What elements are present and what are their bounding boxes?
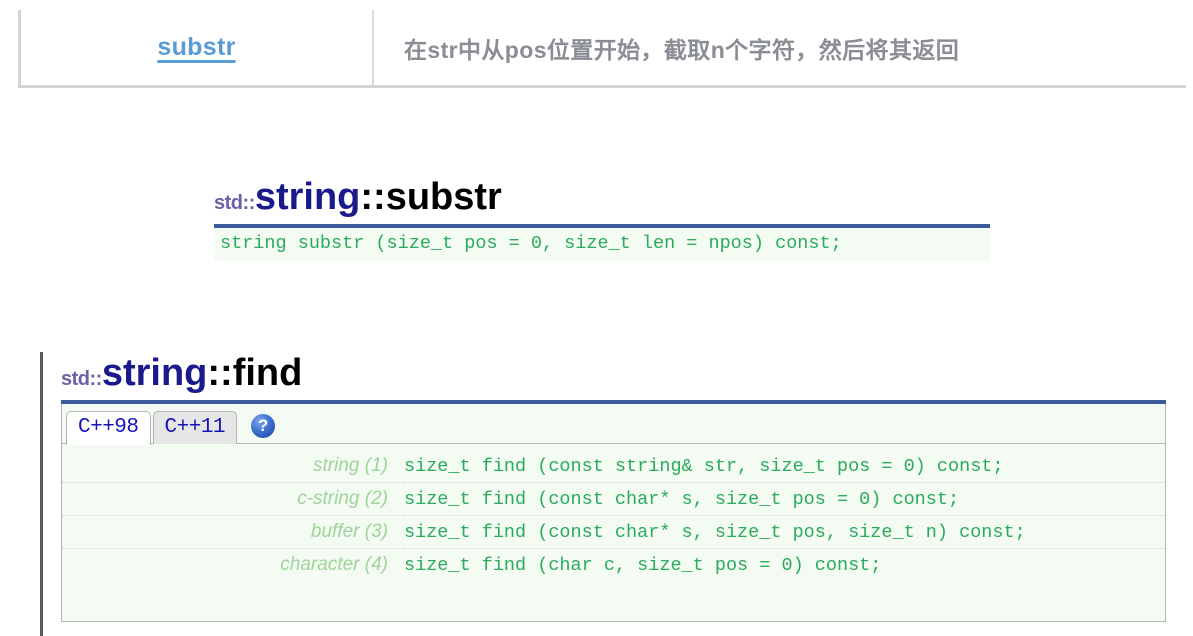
scope-separator: ::: [360, 176, 386, 218]
class-name: string: [254, 176, 361, 218]
overload-signature: size_t find (const char* s, size_t pos =…: [404, 482, 1165, 516]
function-name: find: [232, 352, 303, 394]
scope-separator: ::: [207, 352, 233, 394]
reference-table: substr 在str中从pos位置开始，截取n个字符，然后将其返回: [18, 10, 1186, 88]
function-name: substr: [385, 176, 502, 218]
substr-signature: string substr (size_t pos = 0, size_t le…: [220, 233, 842, 254]
substr-description: 在str中从pos位置开始，截取n个字符，然后将其返回: [404, 36, 960, 63]
table-row: c-string (2) size_t find (const char* s,…: [62, 482, 1165, 516]
tab-strip: C++98 C++11 ?: [62, 404, 1165, 445]
find-signature-table: string (1) size_t find (const string& st…: [62, 450, 1165, 581]
overload-signature: size_t find (const string& str, size_t p…: [404, 450, 1165, 483]
overload-label: c-string (2): [62, 482, 404, 516]
find-tab-panel: C++98 C++11 ? string (1) size_t find (co…: [61, 404, 1166, 622]
substr-page-title: std::string::substr: [214, 178, 990, 222]
overload-signature: size_t find (char c, size_t pos = 0) con…: [404, 555, 882, 576]
overload-label: character (4): [280, 554, 388, 575]
overload-label: buffer (3): [62, 515, 404, 549]
namespace-prefix: std::: [61, 368, 102, 390]
tab-cpp11[interactable]: C++11: [152, 411, 238, 444]
overload-signature: size_t find (const char* s, size_t pos, …: [404, 515, 1165, 549]
substr-signature-block: string substr (size_t pos = 0, size_t le…: [214, 228, 990, 261]
class-name: string: [101, 352, 208, 394]
help-icon[interactable]: ?: [251, 414, 276, 438]
substr-link[interactable]: substr: [157, 33, 235, 62]
namespace-prefix: std::: [214, 192, 255, 214]
find-page-title: std::string::find: [61, 352, 1193, 398]
table-row: string (1) size_t find (const string& st…: [62, 450, 1165, 483]
table-row-description-cell: 在str中从pos位置开始，截取n个字符，然后将其返回: [374, 10, 1186, 85]
overload-label: string (1): [62, 450, 404, 483]
table-row-name-cell: substr: [21, 10, 374, 85]
table-row: character (4) size_t find (char c, size_…: [62, 549, 1165, 582]
tab-cpp98[interactable]: C++98: [66, 411, 151, 445]
find-section: std::string::find C++98 C++11 ? string (…: [40, 352, 1193, 636]
substr-section: std::string::substr string substr (size_…: [214, 178, 990, 261]
table-row: buffer (3) size_t find (const char* s, s…: [62, 515, 1165, 549]
